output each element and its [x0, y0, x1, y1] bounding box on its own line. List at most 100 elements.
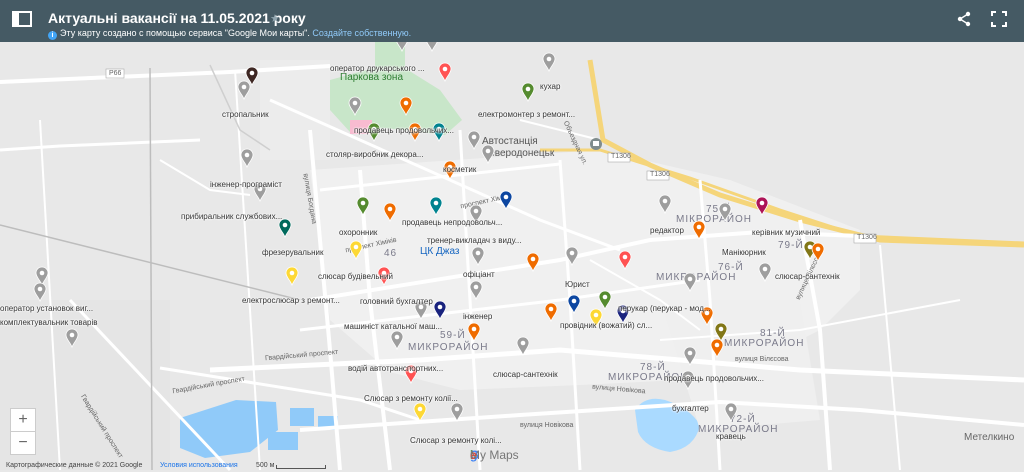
map-pin-marker[interactable] [755, 196, 769, 216]
map-pin-label: інженер [463, 312, 493, 321]
map-pin-marker[interactable] [683, 346, 697, 366]
map-pin-label: тренер-викладач з виду... [427, 236, 522, 245]
zoom-out-button[interactable]: − [10, 431, 36, 455]
map-pin-marker[interactable] [526, 252, 540, 272]
area-label: МИКРОРАЙОН [724, 338, 805, 349]
map-legend-toggle-icon[interactable] [12, 11, 32, 27]
map-pin-marker[interactable] [499, 190, 513, 210]
map-pin-marker[interactable] [542, 52, 556, 72]
map-base [0, 42, 1024, 472]
map-pin-marker[interactable] [356, 196, 370, 216]
map-pin-marker[interactable] [471, 246, 485, 266]
map-pin-label: фрезерувальник [262, 248, 324, 257]
map-pin-marker[interactable] [245, 66, 259, 86]
map-pin-marker[interactable] [33, 282, 47, 302]
map-pin-label: слюсар-сантехнік [775, 272, 840, 281]
map-pin-marker[interactable] [240, 148, 254, 168]
area-label: МІКРОРАЙОН [676, 214, 753, 225]
map-pin-marker[interactable] [811, 242, 825, 262]
map-pin-marker[interactable] [658, 194, 672, 214]
map-pin-marker[interactable] [758, 262, 772, 282]
road-label: вулиця Вілєсова [735, 356, 789, 363]
map-pin-label: столяр-виробник декора... [326, 150, 424, 159]
map-pin-label: оператор установок виг... [0, 304, 94, 313]
area-label: 59-Й [440, 330, 466, 341]
road-label: P66 [109, 70, 122, 77]
map-pin-label: керівник музичний [752, 228, 821, 237]
road-label: вулиця Новікова [520, 422, 574, 429]
scale-bar [276, 465, 326, 469]
map-pin-marker[interactable] [438, 62, 452, 82]
map-canvas[interactable]: P66 T1306 T1306 T1306 Объездная ул. прос… [0, 32, 1024, 472]
map-pin-label: Манікюрник [722, 248, 766, 257]
map-pin-label: провідник (вожатий) сл... [560, 321, 653, 330]
subtitle-text: Эту карту создано с помощью сервиса "Goo… [60, 28, 310, 38]
map-pin-marker[interactable] [469, 280, 483, 300]
map-pin-marker[interactable] [285, 266, 299, 286]
map-pin-marker[interactable] [413, 402, 427, 422]
star-icon[interactable]: ★ [270, 12, 280, 25]
map-pin-marker[interactable] [710, 338, 724, 358]
map-pin-label: Юрист [565, 280, 590, 289]
map-pin-label: офіціант [463, 270, 495, 279]
map-title: Актуальні вакансії на 11.05.2021 року [48, 10, 306, 26]
map-pin-label: охоронник [339, 228, 378, 237]
map-pin-marker[interactable] [450, 402, 464, 422]
map-pin-marker[interactable] [481, 144, 495, 164]
map-pin-label: продавець продовольчих... [354, 126, 454, 135]
map-pin-marker[interactable] [278, 218, 292, 238]
map-pin-label: комплектувальник товарів [0, 318, 98, 327]
map-pin-marker[interactable] [433, 300, 447, 320]
map-pin-label: слюсар-сантехнік [493, 370, 558, 379]
area-label: 46 [384, 248, 398, 259]
map-pin-marker[interactable] [565, 246, 579, 266]
map-pin-label: прибиральник службових... [181, 212, 283, 221]
map-pin-marker[interactable] [683, 272, 697, 292]
map-pin-marker[interactable] [521, 82, 535, 102]
map-pin-label: перукар (перукар - мод... [618, 304, 711, 313]
map-pin-marker[interactable] [544, 302, 558, 322]
map-data-credit: Картографические данные © 2021 Google [6, 462, 143, 469]
road-label: T1306 [611, 153, 631, 160]
scale-label: 500 м [256, 462, 275, 469]
area-label: ЦК Джаз [420, 246, 460, 257]
map-pin-label: Слюсар з ремонту колії... [364, 394, 458, 403]
map-pin-marker[interactable] [383, 202, 397, 222]
map-pin-marker[interactable] [718, 202, 732, 222]
area-label: МИКРОРАЙОН [408, 342, 489, 353]
zoom-in-button[interactable]: + [10, 408, 36, 432]
map-pin-marker[interactable] [724, 402, 738, 422]
map-pin-label: бухгалтер [672, 404, 709, 413]
share-icon[interactable] [956, 11, 972, 27]
road-label: T1306 [857, 234, 877, 241]
map-pin-marker[interactable] [598, 290, 612, 310]
fullscreen-icon[interactable] [991, 11, 1007, 27]
map-pin-label: продавець непродовольч... [402, 218, 503, 227]
map-header: Актуальні вакансії на 11.05.2021 року ★ … [0, 0, 1024, 42]
map-pin-marker[interactable] [467, 130, 481, 150]
map-pin-label: кравець [716, 432, 746, 441]
map-pin-label: оператор друкарського ... [330, 64, 425, 73]
map-pin-label: електромонтер з ремонт... [478, 110, 576, 119]
map-pin-marker[interactable] [429, 196, 443, 216]
map-pin-label: кухар [540, 82, 561, 91]
map-pin-marker[interactable] [567, 294, 581, 314]
map-pin-label: водій автотранспортних... [348, 364, 444, 373]
map-pin-marker[interactable] [349, 240, 363, 260]
area-label: Метелкино [964, 432, 1015, 443]
map-pin-label: головний бухгалтер [360, 297, 433, 306]
map-subtitle: i Эту карту создано с помощью сервиса "Go… [48, 28, 411, 40]
map-pin-marker[interactable] [618, 250, 632, 270]
terms-link[interactable]: Условия использования [160, 462, 238, 469]
map-pin-marker[interactable] [516, 336, 530, 356]
create-own-link[interactable]: Создайте собственную. [312, 28, 411, 38]
map-pin-marker[interactable] [467, 322, 481, 342]
map-pin-marker[interactable] [692, 220, 706, 240]
map-footer: Картографические данные © 2021 Google Ус… [6, 448, 519, 469]
map-pin-marker[interactable] [399, 96, 413, 116]
map-pin-label: електрослюсар з ремонт... [242, 296, 340, 305]
info-icon: i [48, 31, 57, 40]
map-pin-marker[interactable] [348, 96, 362, 116]
map-pin-marker[interactable] [65, 328, 79, 348]
map-pin-marker[interactable] [390, 330, 404, 350]
